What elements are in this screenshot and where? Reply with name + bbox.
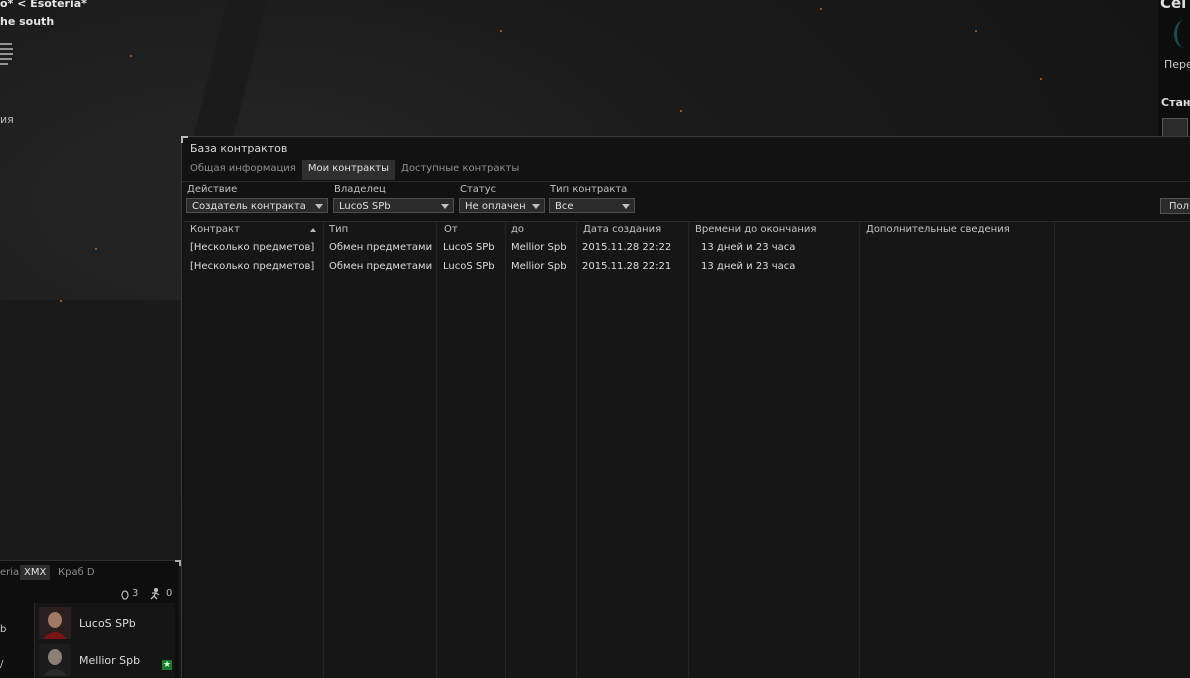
location-route: o* < Esoteria* [0, 0, 87, 10]
table-row[interactable]: [Несколько предметов] Обмен предметами L… [184, 259, 1190, 277]
cell-date-created: 2015.11.28 22:22 [582, 242, 672, 253]
shield-icon [121, 590, 129, 600]
owner-filter-label: Владелец [334, 184, 386, 195]
member-name[interactable]: Mellior Spb [79, 654, 140, 667]
chat-panel: eria XMX Краб D 3 0 b / LucoS SPb Mellio… [0, 560, 181, 678]
contracts-tabs: Общая информация Мои контракты Доступные… [184, 160, 525, 180]
tab-my-contracts[interactable]: Мои контракты [301, 160, 396, 180]
action-filter-select[interactable]: Создатель контракта [186, 198, 328, 213]
station-panel-title: Cel [1160, 0, 1187, 12]
contract-type-filter-label: Тип контракта [550, 184, 628, 195]
column-divider[interactable] [323, 222, 324, 678]
cell-to: Mellior Spb [511, 261, 567, 272]
chat-message-fragment: b [0, 624, 7, 635]
owner-filter-value: LucoS SPb [339, 201, 391, 212]
person-running-icon [150, 588, 160, 600]
contract-type-filter-value: Все [555, 201, 574, 212]
tab-general-info[interactable]: Общая информация [184, 160, 302, 180]
cell-type: Обмен предметами [329, 242, 433, 253]
column-divider[interactable] [505, 222, 506, 678]
game-viewport: o* < Esoteria* he south ия Cel Пере Стан… [0, 0, 1190, 678]
column-header-from[interactable]: От [444, 224, 458, 235]
window-title: База контрактов [190, 142, 288, 155]
cell-contract: [Несколько предметов] [190, 261, 315, 272]
chevron-down-icon [532, 204, 540, 209]
column-header-time-left[interactable]: Времени до окончания [695, 224, 816, 235]
cell-to: Mellior Spb [511, 242, 567, 253]
location-region: he south [0, 15, 55, 28]
station-services-label: Станц [1161, 96, 1190, 109]
location-note: ия [0, 113, 14, 126]
chevron-down-icon [622, 204, 630, 209]
cell-from: LucoS SPb [443, 261, 495, 272]
fleet-member-badge: ★ [162, 660, 172, 670]
cell-type: Обмен предметами [329, 261, 433, 272]
chat-tab-krab[interactable]: Краб D [54, 565, 99, 580]
cell-from: LucoS SPb [443, 242, 495, 253]
get-contracts-button[interactable]: Пол [1160, 198, 1190, 214]
member-name[interactable]: LucoS SPb [79, 617, 136, 630]
light-spark [975, 30, 977, 32]
station-panel-link[interactable]: Пере [1164, 58, 1190, 71]
action-filter-label: Действие [187, 184, 238, 195]
sort-ascending-icon[interactable] [310, 228, 316, 232]
avatar[interactable] [39, 607, 71, 639]
column-header-type[interactable]: Тип [329, 224, 348, 235]
column-header-contract[interactable]: Контракт [190, 224, 240, 235]
window-resize-corner[interactable] [181, 136, 188, 143]
cell-time-left: 13 дней и 23 часа [701, 261, 796, 272]
station-panel: Cel Пере Станц [1158, 0, 1190, 142]
column-divider[interactable] [1054, 222, 1055, 678]
light-spark [680, 110, 682, 112]
column-divider[interactable] [688, 222, 689, 678]
light-spark [1040, 78, 1042, 80]
station-structure [192, 0, 268, 140]
light-spark [95, 248, 97, 250]
column-divider[interactable] [436, 222, 437, 678]
tab-available-contracts[interactable]: Доступные контракты [395, 160, 525, 180]
light-spark [500, 30, 502, 32]
owner-filter-select[interactable]: LucoS SPb [333, 198, 454, 213]
chat-stat-count-b: 0 [166, 588, 173, 599]
contracts-table: Контракт Тип От до Дата создания Времени… [184, 221, 1190, 678]
station-logo-icon [1174, 20, 1190, 48]
chevron-down-icon [441, 204, 449, 209]
status-filter-value: Не оплачен [465, 201, 526, 212]
avatar[interactable] [39, 644, 71, 676]
chat-stat-count-a: 3 [132, 588, 139, 599]
column-header-to[interactable]: до [511, 224, 524, 235]
cell-date-created: 2015.11.28 22:21 [582, 261, 672, 272]
contract-type-filter-select[interactable]: Все [549, 198, 635, 213]
chevron-down-icon [315, 204, 323, 209]
station-hull [0, 300, 180, 560]
light-spark [820, 8, 822, 10]
cell-time-left: 13 дней и 23 часа [701, 242, 796, 253]
status-filter-label: Статус [460, 184, 497, 195]
chat-member-list: LucoS SPb Mellior Spb ★ [34, 603, 175, 678]
panel-resize-corner[interactable] [175, 560, 181, 566]
action-filter-value: Создатель контракта [192, 201, 306, 212]
tab-divider [182, 181, 1190, 182]
table-row[interactable]: [Несколько предметов] Обмен предметами L… [184, 240, 1190, 258]
contracts-window: База контрактов Общая информация Мои кон… [181, 136, 1190, 678]
column-divider[interactable] [859, 222, 860, 678]
chat-tab-xmx[interactable]: XMX [20, 565, 51, 580]
route-stack-icon[interactable] [0, 40, 14, 68]
cell-contract: [Несколько предметов] [190, 242, 315, 253]
column-divider[interactable] [576, 222, 577, 678]
status-filter-select[interactable]: Не оплачен [459, 198, 545, 213]
light-spark [60, 300, 62, 302]
light-spark [130, 55, 132, 57]
column-header-details[interactable]: Дополнительные сведения [866, 224, 1010, 235]
chat-message-fragment: / [0, 659, 4, 670]
column-header-date-created[interactable]: Дата создания [583, 224, 661, 235]
